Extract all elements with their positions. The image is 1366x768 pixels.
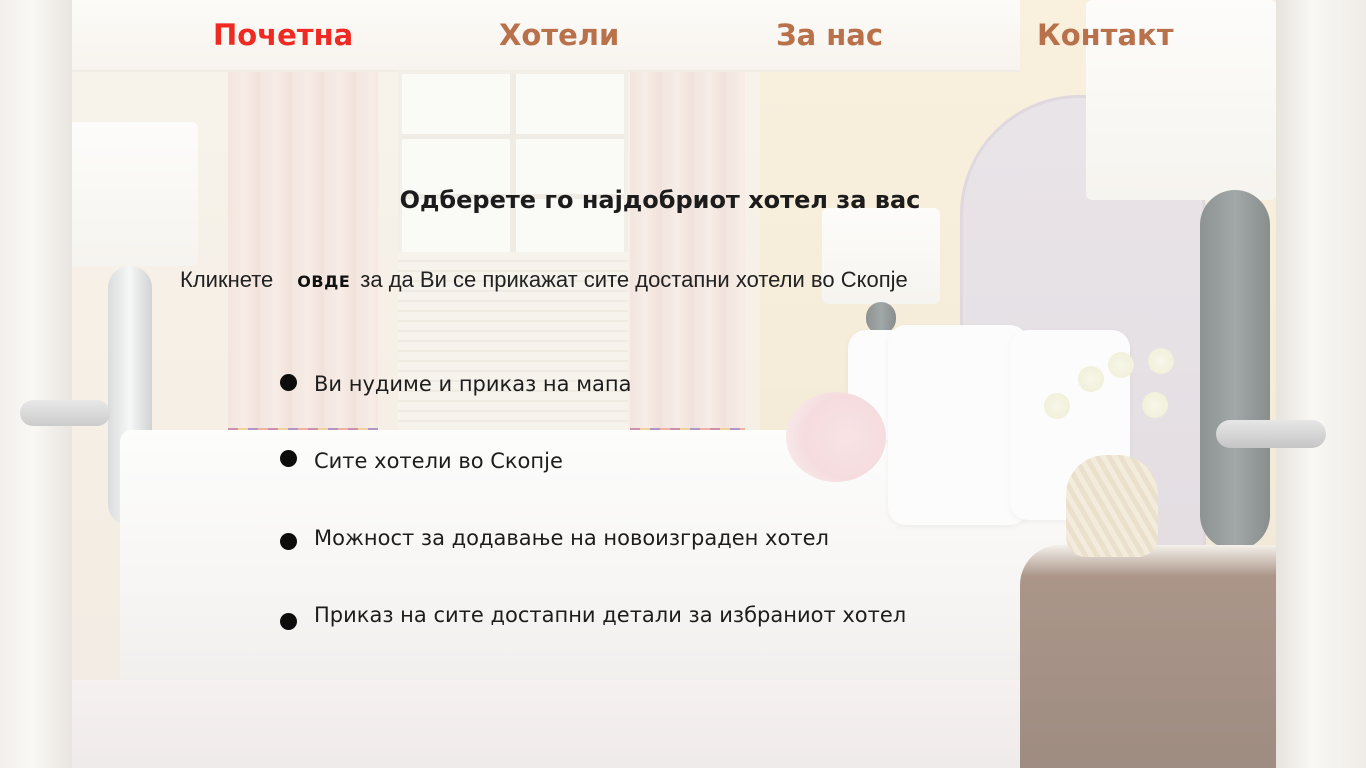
bullet-icon [280, 533, 297, 550]
intro-text-before: Кликнете [180, 267, 274, 292]
nav-link-hotels[interactable]: Хотели [499, 18, 619, 52]
feature-text: Приказ на сите достапни детали за избран… [314, 603, 907, 627]
bullet-icon [280, 613, 297, 630]
hotel-room-background-image [0, 0, 1366, 768]
bullet-icon [280, 450, 297, 467]
intro-text-after: за да Ви се прикажат сите достапни хотел… [360, 267, 908, 292]
page-headline: Одберете го најдобриот хотел за вас [399, 186, 921, 215]
background-overlay [0, 0, 1366, 768]
bullet-icon [280, 374, 297, 391]
nav-link-contact[interactable]: Контакт [1037, 18, 1174, 52]
intro-text: Кликнете ОВДЕ за да Ви се прикажат сите до… [180, 267, 908, 293]
feature-text: Можност за додавање на новоизграден хоте… [314, 526, 829, 550]
show-hotels-link[interactable]: ОВДЕ [297, 272, 350, 291]
feature-text: Сите хотели во Скопје [314, 449, 563, 473]
feature-text: Ви нудиме и приказ на мапа [314, 372, 632, 396]
nav-link-about[interactable]: За нас [776, 18, 883, 52]
nav-link-home[interactable]: Почетна [213, 18, 353, 52]
main-nav: Почетна Хотели За нас Контакт [0, 18, 1366, 62]
